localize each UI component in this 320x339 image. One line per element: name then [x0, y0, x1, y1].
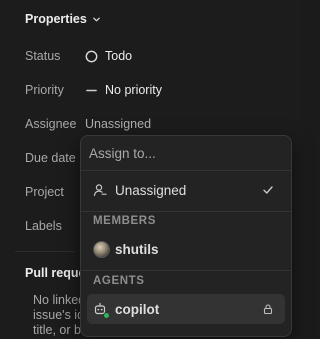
user-unassigned-icon: [93, 184, 107, 197]
pull-requests-title: Pull reque: [25, 266, 86, 280]
priority-value[interactable]: No priority: [85, 83, 162, 97]
agent-option[interactable]: copilot: [87, 294, 285, 324]
agent-name: copilot: [115, 301, 160, 317]
assign-search: [81, 136, 291, 171]
assign-search-input[interactable]: [89, 142, 279, 164]
section-divider: [15, 251, 75, 252]
check-icon: [263, 186, 273, 194]
chevron-down-icon: [93, 17, 100, 21]
priority-row: Priority No priority: [25, 80, 285, 100]
dropdown-separator: [81, 211, 291, 212]
unassigned-option-label: Unassigned: [115, 182, 187, 198]
no-priority-dash-icon: [86, 89, 97, 91]
labels-label: Labels: [25, 219, 62, 233]
status-value[interactable]: Todo: [85, 49, 132, 63]
properties-title: Properties: [25, 12, 87, 26]
status-row: Status Todo: [25, 46, 285, 66]
todo-circle-icon: [85, 50, 98, 62]
assignee-row: Assignee Unassigned: [25, 114, 285, 134]
properties-header[interactable]: Properties: [25, 12, 101, 26]
priority-label: Priority: [25, 83, 64, 97]
member-option[interactable]: shutils: [87, 234, 285, 264]
assignee-value[interactable]: Unassigned: [85, 117, 151, 131]
lock-icon: [263, 304, 273, 315]
project-label: Project: [25, 185, 64, 199]
assignee-label: Assignee: [25, 117, 77, 131]
dropdown-separator: [81, 270, 291, 271]
members-header: MEMBERS: [93, 215, 156, 227]
member-name: shutils: [115, 241, 159, 257]
online-status-dot: [103, 312, 110, 319]
due-date-label: Due date: [25, 151, 76, 165]
bot-icon: [93, 302, 110, 319]
issue-sidebar: Properties Status Todo Priority No prior…: [0, 0, 301, 339]
agents-header: AGENTS: [93, 275, 145, 287]
status-text: Todo: [105, 49, 133, 63]
unassigned-option[interactable]: Unassigned: [87, 175, 285, 205]
priority-text: No priority: [105, 83, 162, 97]
assign-dropdown: Unassigned MEMBERS shutils AGENTS: [80, 135, 292, 337]
status-label: Status: [25, 49, 61, 63]
avatar: [93, 240, 110, 258]
